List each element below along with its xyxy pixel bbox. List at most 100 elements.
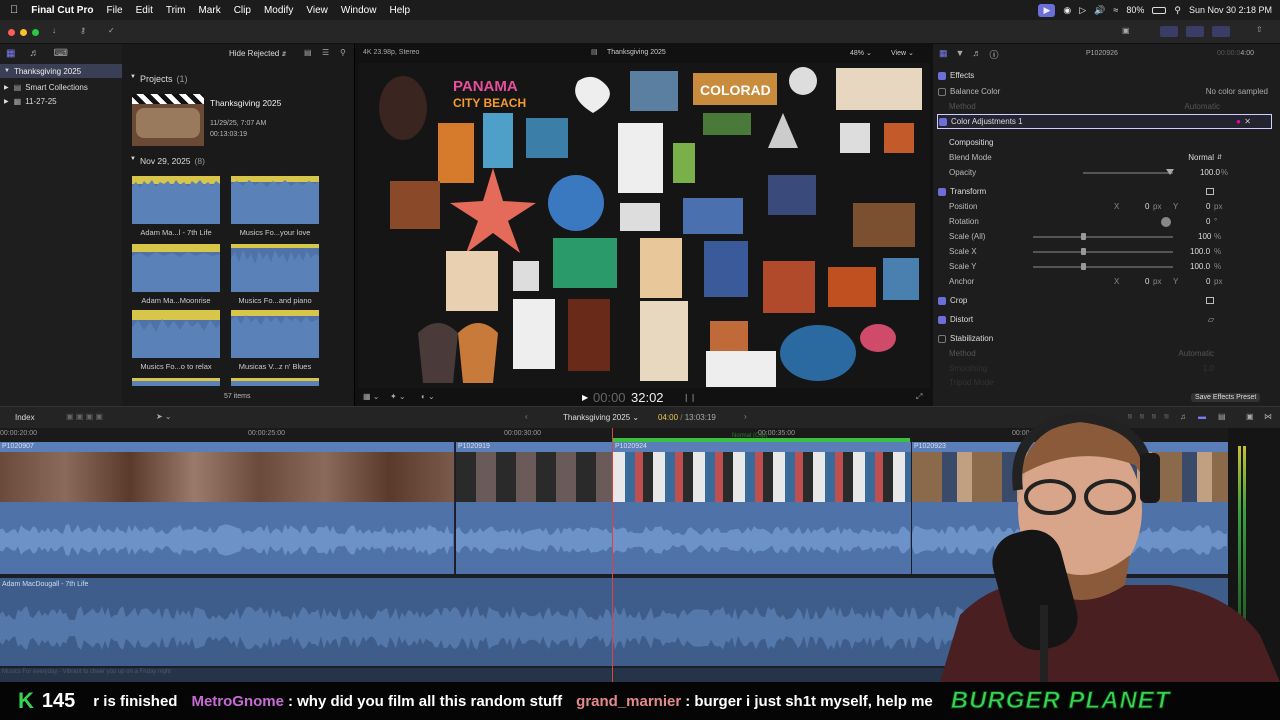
- forward-arrow-icon[interactable]: ›: [744, 412, 747, 421]
- clip-appearance-icon[interactable]: ▤: [304, 48, 312, 57]
- date-group-header[interactable]: ▼ Nov 29, 2025 (8): [130, 156, 205, 166]
- audio-clip-thumbnail[interactable]: [231, 378, 319, 386]
- menu-help[interactable]: Help: [389, 5, 410, 16]
- audio-clip-thumbnail[interactable]: [132, 378, 220, 386]
- save-effects-preset-button[interactable]: Save Effects Preset: [1191, 393, 1261, 402]
- video-frame[interactable]: PANAMA CITY BEACH COLORAD: [358, 63, 930, 388]
- rotation-value[interactable]: 0: [1206, 217, 1210, 226]
- list-view-icon[interactable]: ☰: [322, 48, 329, 57]
- back-arrow-icon[interactable]: ‹: [525, 412, 528, 421]
- stab-method-value[interactable]: Automatic: [1178, 349, 1214, 358]
- audio-clip-thumbnail[interactable]: [231, 310, 319, 358]
- opacity-slider-knob[interactable]: [1166, 169, 1174, 175]
- share-icon[interactable]: ⇧: [1256, 25, 1263, 34]
- position-y[interactable]: 0: [1206, 202, 1210, 211]
- view-popup[interactable]: View ⌄: [891, 49, 914, 57]
- menu-mark[interactable]: Mark: [198, 5, 220, 16]
- volume-icon[interactable]: 🔊: [1094, 5, 1105, 16]
- compositing-header[interactable]: Compositing: [933, 135, 1280, 150]
- menu-window[interactable]: Window: [341, 5, 377, 16]
- crop-onscreen-icon[interactable]: [1206, 297, 1214, 304]
- timecode-dim[interactable]: 00:00: [593, 390, 626, 405]
- play-button[interactable]: ▶: [582, 393, 588, 402]
- disclosure-icon[interactable]: ▼: [4, 68, 10, 74]
- smoothing-value[interactable]: 1.0: [1203, 364, 1214, 373]
- playhead[interactable]: [612, 428, 613, 682]
- balance-color-row[interactable]: Balance Color No color sampled: [933, 84, 1280, 99]
- titles-tab-icon[interactable]: ⌨: [53, 48, 67, 59]
- rotation-row[interactable]: Rotation 0 °: [933, 214, 1280, 229]
- anchor-y[interactable]: 0: [1206, 277, 1210, 286]
- position-row[interactable]: Position X 0 px Y 0 px: [933, 199, 1280, 214]
- opacity-value[interactable]: 100.0: [1200, 168, 1220, 177]
- stabilization-section[interactable]: Stabilization: [933, 331, 1280, 346]
- projects-header[interactable]: ▼ Projects (1): [130, 74, 187, 84]
- project-thumbnail[interactable]: [132, 94, 204, 146]
- anchor-x[interactable]: 0: [1145, 277, 1149, 286]
- menu-modify[interactable]: Modify: [264, 5, 293, 16]
- timeline-toggle-icon[interactable]: [1186, 26, 1204, 37]
- blend-mode-row[interactable]: Blend Mode Normal ⇵: [933, 150, 1280, 165]
- distort-checkbox[interactable]: [938, 315, 946, 324]
- color-tab-icon[interactable]: ▼: [956, 48, 965, 61]
- enhance-icon[interactable]: ✦ ⌄: [390, 392, 406, 401]
- search-icon[interactable]: ⚲: [1174, 5, 1181, 16]
- sidebar-item-event[interactable]: ▶ ▦ 11-27-25: [4, 94, 57, 108]
- edit-mode-icons[interactable]: ▣ ▣ ▣ ▣: [66, 412, 103, 421]
- menu-trim[interactable]: Trim: [166, 5, 186, 16]
- check-icon[interactable]: ✓: [108, 26, 115, 35]
- project-name[interactable]: Thanksgiving 2025: [210, 98, 281, 108]
- apple-icon[interactable]: : [10, 4, 18, 16]
- audio-tab-icon[interactable]: ♬: [972, 48, 981, 61]
- audio-clip-thumbnail[interactable]: [132, 310, 220, 358]
- rotation-dial[interactable]: [1161, 216, 1171, 227]
- distort-section[interactable]: Distort ▱: [933, 312, 1280, 327]
- audio-clip-thumbnail[interactable]: [231, 244, 319, 292]
- transform-checkbox[interactable]: [938, 187, 946, 196]
- record-icon[interactable]: ◉: [1063, 5, 1071, 16]
- transform-tool-icon[interactable]: ▦ ⌄: [363, 392, 379, 401]
- scale-x-knob[interactable]: [1081, 248, 1086, 255]
- anchor-row[interactable]: Anchor X 0 px Y 0 px: [933, 274, 1280, 289]
- speed-icon[interactable]: ◐ ⌄: [421, 392, 435, 401]
- video-clip[interactable]: [0, 442, 455, 574]
- stabilization-checkbox[interactable]: [938, 334, 946, 343]
- scale-y-knob[interactable]: [1081, 263, 1086, 270]
- import-icon[interactable]: ↓: [52, 26, 56, 35]
- distort-onscreen-icon[interactable]: ▱: [1208, 315, 1214, 324]
- video-tab-icon[interactable]: ▦: [939, 48, 948, 61]
- scale-all-knob[interactable]: [1081, 233, 1086, 240]
- timecode[interactable]: 32:02: [631, 390, 664, 405]
- wifi-icon[interactable]: ≈: [1113, 5, 1118, 15]
- crop-checkbox[interactable]: [938, 296, 946, 305]
- balance-checkbox[interactable]: [938, 87, 946, 96]
- zoom-popup[interactable]: 48% ⌄: [850, 49, 872, 57]
- menu-file[interactable]: File: [106, 5, 122, 16]
- video-clip[interactable]: [456, 442, 612, 574]
- disclosure-icon[interactable]: ▶: [4, 84, 9, 91]
- tripod-row[interactable]: Tripod Mode: [933, 375, 1280, 390]
- sidebar-item-smart-collections[interactable]: ▶ ▤ Smart Collections: [4, 80, 88, 94]
- minimize-button[interactable]: [20, 29, 27, 36]
- stab-method-row[interactable]: Method Automatic: [933, 346, 1280, 361]
- color-wheel-icon[interactable]: ●: [1236, 117, 1241, 126]
- wand-icon[interactable]: ✕: [1244, 117, 1251, 126]
- video-clip[interactable]: [613, 442, 911, 574]
- color-adjustments-row[interactable]: Color Adjustments 1 ● ✕: [937, 114, 1272, 129]
- popup-icon[interactable]: ⇵: [1217, 154, 1222, 161]
- color-adj-checkbox[interactable]: [939, 117, 947, 126]
- disclosure-icon[interactable]: ▶: [4, 98, 9, 105]
- audio-clip-thumbnail[interactable]: [231, 176, 319, 224]
- select-tool-icon[interactable]: ➤ ⌄: [156, 412, 172, 421]
- battery-label[interactable]: 80%: [1126, 5, 1144, 15]
- position-x[interactable]: 0: [1145, 202, 1149, 211]
- audio-clip-thumbnail[interactable]: [132, 176, 220, 224]
- method-value[interactable]: Automatic: [1184, 102, 1220, 111]
- method-row[interactable]: Method Automatic: [933, 99, 1280, 114]
- datetime[interactable]: Sun Nov 30 2:18 PM: [1189, 5, 1272, 15]
- scale-x-slider[interactable]: [1033, 251, 1173, 253]
- scale-y-slider[interactable]: [1033, 266, 1173, 268]
- transform-onscreen-icon[interactable]: [1206, 188, 1214, 195]
- photos-tab-icon[interactable]: ♬: [29, 48, 39, 59]
- libraries-tab-icon[interactable]: ▦: [6, 48, 15, 59]
